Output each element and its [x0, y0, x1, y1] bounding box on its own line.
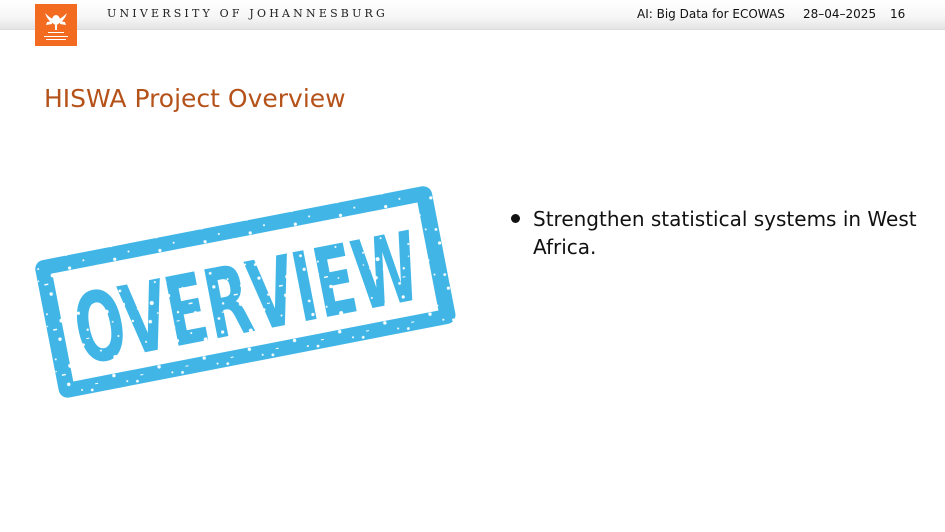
university-logo-icon — [35, 4, 77, 46]
bullet-icon — [511, 214, 520, 223]
bullet-item: Strengthen statistical systems in West A… — [510, 205, 920, 261]
overview-stamp-icon: OVERVIEW — [25, 180, 465, 404]
slide-header: UNIVERSITY OF JOHANNESBURG AI: Big Data … — [0, 0, 945, 30]
slide-title: HISWA Project Overview — [44, 84, 346, 113]
bullet-list: Strengthen statistical systems in West A… — [510, 205, 920, 261]
university-name: UNIVERSITY OF JOHANNESBURG — [107, 7, 389, 20]
bullet-text: Strengthen statistical systems in West A… — [533, 207, 917, 259]
page-number: 16 — [890, 7, 906, 21]
presentation-date: 28–04–2025 — [803, 7, 877, 21]
presentation-short-title: AI: Big Data for ECOWAS — [637, 7, 785, 21]
